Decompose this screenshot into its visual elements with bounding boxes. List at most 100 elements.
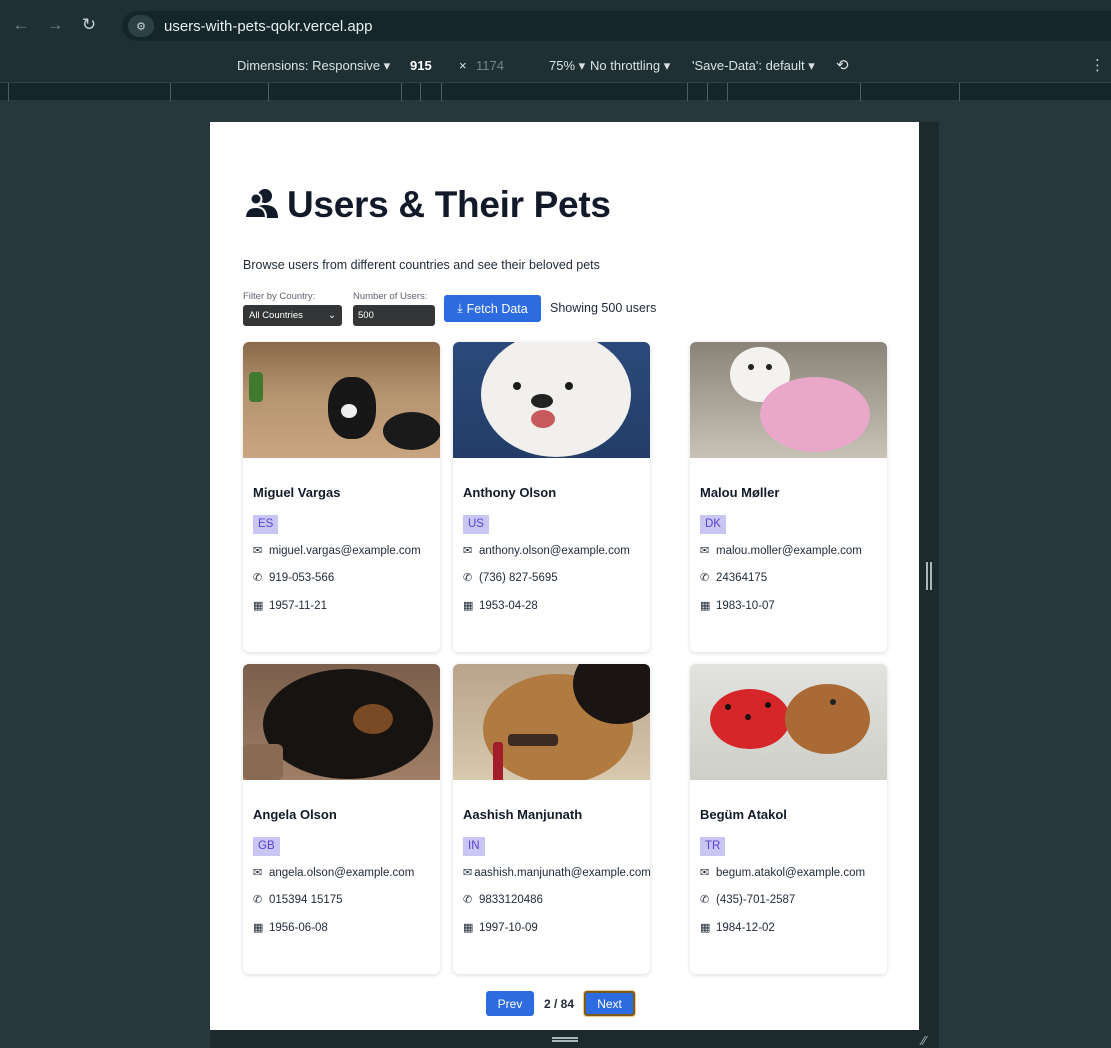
calendar-icon: ▦ <box>463 922 474 934</box>
calendar-icon: ▦ <box>253 600 264 612</box>
user-email: aashish.manjunath@example.com <box>474 866 650 879</box>
calendar-icon: ▦ <box>463 600 474 612</box>
email-icon: ✉ <box>253 867 263 879</box>
throttling-dropdown[interactable]: No throttling ▾ <box>590 58 670 74</box>
calendar-icon: ▦ <box>253 922 264 934</box>
user-card[interactable]: Miguel Vargas ES ✉ miguel.vargas@example.… <box>243 342 440 652</box>
width-input[interactable]: 915 <box>410 58 432 73</box>
country-badge: US <box>463 515 489 534</box>
arrow-right-icon[interactable]: → <box>42 15 68 35</box>
user-dob: 1983-10-07 <box>716 599 775 612</box>
user-dob: 1953-04-28 <box>479 599 538 612</box>
user-phone: 015394 15175 <box>269 893 343 906</box>
user-count-label: Number of Users: <box>353 291 428 302</box>
times-separator: × <box>459 58 467 73</box>
user-phone: (736) 827-5695 <box>479 571 558 584</box>
pagination: Prev 2 / 84 Next <box>486 991 636 1016</box>
resize-handle-right[interactable] <box>926 562 932 590</box>
chevron-down-icon: ⌄ <box>328 310 336 321</box>
country-badge: GB <box>253 837 280 856</box>
users-icon <box>243 189 278 219</box>
country-badge: ES <box>253 515 279 534</box>
email-icon: ✉ <box>253 545 263 557</box>
user-email: malou.moller@example.com <box>716 544 862 557</box>
resize-corner-icon[interactable]: ⁄⁄ <box>922 1033 926 1048</box>
fetch-data-label: Fetch Data <box>466 301 528 316</box>
email-icon: ✉ <box>700 545 710 557</box>
user-name: Miguel Vargas <box>253 485 341 500</box>
pet-photo <box>690 664 887 780</box>
calendar-icon: ▦ <box>700 922 711 934</box>
pet-photo <box>453 664 650 780</box>
pet-photo <box>243 342 440 458</box>
user-phone: 9833120486 <box>479 893 543 906</box>
pet-photo <box>690 342 887 458</box>
email-icon: ✉ <box>700 867 710 879</box>
phone-icon: ✆ <box>700 894 710 906</box>
site-settings-icon[interactable]: ⚙ <box>128 15 154 37</box>
user-card[interactable]: Begüm Atakol TR ✉ begum.atakol@example.co… <box>690 664 887 974</box>
user-dob: 1984-12-02 <box>716 921 775 934</box>
media-query-ruler <box>0 82 1111 101</box>
user-card[interactable]: Angela Olson GB ✉ angela.olson@example.co… <box>243 664 440 974</box>
email-icon: ✉ <box>463 545 473 557</box>
page-indicator: 2 / 84 <box>544 996 575 1011</box>
calendar-icon: ▦ <box>700 600 711 612</box>
phone-icon: ✆ <box>253 572 263 584</box>
download-icon: ⤓ <box>457 301 463 315</box>
phone-icon: ✆ <box>700 572 710 584</box>
country-badge: DK <box>700 515 726 534</box>
user-name: Malou Møller <box>700 485 780 500</box>
next-page-button[interactable]: Next <box>584 991 636 1016</box>
zoom-dropdown[interactable]: 75% ▾ <box>549 58 585 74</box>
url-text[interactable]: users-with-pets-qokr.vercel.app <box>164 18 372 35</box>
reload-icon[interactable]: ↻ <box>76 15 102 35</box>
phone-icon: ✆ <box>463 894 473 906</box>
arrow-left-icon[interactable]: ← <box>8 15 34 35</box>
user-email: begum.atakol@example.com <box>716 866 866 879</box>
prev-page-button[interactable]: Prev <box>486 991 534 1016</box>
height-input[interactable]: 1174 <box>476 58 504 73</box>
user-dob: 1957-11-21 <box>269 599 327 612</box>
user-phone: 919-053-566 <box>269 571 335 584</box>
country-badge: IN <box>463 837 485 856</box>
user-name: Begüm Atakol <box>700 807 787 822</box>
resize-handle-bottom[interactable] <box>552 1037 578 1042</box>
user-card[interactable]: Anthony Olson US ✉ anthony.olson@example.… <box>453 342 650 652</box>
user-name: Angela Olson <box>253 807 337 822</box>
more-options-icon[interactable]: ⋮ <box>1090 56 1105 74</box>
pet-photo <box>243 664 440 780</box>
user-dob: 1997-10-09 <box>479 921 538 934</box>
pet-photo <box>453 342 650 458</box>
country-select[interactable]: All Countries ⌄ <box>243 305 342 326</box>
user-count-status: Showing 500 users <box>550 301 657 315</box>
country-filter-label: Filter by Country: <box>243 291 316 302</box>
user-count-filter: Number of Users: 500 <box>353 291 435 326</box>
device-toolbar: Dimensions: Responsive ▾ 915 × 1174 75% … <box>0 50 1111 82</box>
rotate-icon[interactable]: ⟲ <box>836 56 849 74</box>
address-bar[interactable]: ⚙ users-with-pets-qokr.vercel.app <box>122 11 1111 41</box>
user-phone: (435)-701-2587 <box>716 893 796 906</box>
user-card[interactable]: Malou Møller DK ✉ malou.moller@example.co… <box>690 342 887 652</box>
page-title-text: Users & Their Pets <box>287 184 611 225</box>
country-filter: Filter by Country: All Countries ⌄ <box>243 291 342 326</box>
save-data-dropdown[interactable]: 'Save-Data': default ▾ <box>692 58 815 74</box>
user-email: anthony.olson@example.com <box>479 544 630 557</box>
user-dob: 1956-06-08 <box>269 921 328 934</box>
user-count-input[interactable]: 500 <box>353 305 435 326</box>
dimensions-dropdown[interactable]: Dimensions: Responsive ▾ <box>237 58 390 74</box>
phone-icon: ✆ <box>253 894 263 906</box>
page-viewport: Users & Their Pets Browse users from dif… <box>210 122 919 1030</box>
user-phone: 24364175 <box>716 571 768 584</box>
phone-icon: ✆ <box>463 572 473 584</box>
fetch-data-button[interactable]: ⤓ Fetch Data <box>444 295 541 322</box>
user-email: angela.olson@example.com <box>269 866 415 879</box>
user-card[interactable]: Aashish Manjunath IN ✉ aashish.manjunath@… <box>453 664 650 974</box>
browser-toolbar: ← → ↻ ⚙ users-with-pets-qokr.vercel.app <box>0 0 1111 50</box>
user-name: Anthony Olson <box>463 485 557 500</box>
country-badge: TR <box>700 837 726 856</box>
page-title: Users & Their Pets <box>243 184 611 226</box>
user-name: Aashish Manjunath <box>463 807 583 822</box>
user-email: miguel.vargas@example.com <box>269 544 421 557</box>
country-select-value: All Countries <box>249 310 303 321</box>
